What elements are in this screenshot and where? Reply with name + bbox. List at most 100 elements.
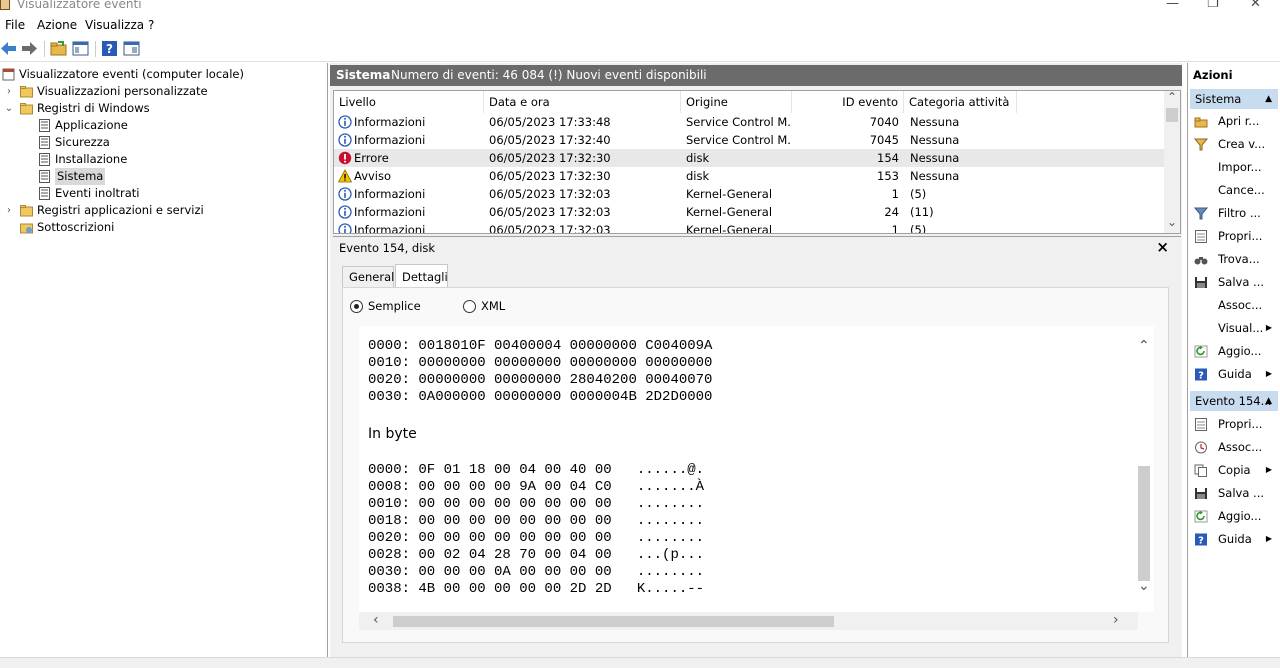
action-item-label: Filtro ... xyxy=(1218,206,1261,220)
horizontal-scrollbar[interactable]: ‹ › xyxy=(359,612,1138,630)
action-item[interactable]: Propri... xyxy=(1190,413,1280,435)
scroll-right-icon[interactable]: › xyxy=(1113,612,1119,628)
tab-generale[interactable]: Generale xyxy=(342,266,401,288)
maximize-button[interactable]: ❐ xyxy=(1207,0,1219,11)
menu-azione[interactable]: Azione xyxy=(37,18,77,32)
byte-line: 0000: 0F 01 18 00 04 00 40 00 ......@. xyxy=(368,462,705,478)
column-header-datetime[interactable]: Data e ora xyxy=(484,91,681,113)
action-item-label: Assoc... xyxy=(1218,440,1263,454)
tree-item[interactable]: Eventi inoltrati xyxy=(0,185,326,202)
action-item[interactable]: Trova... xyxy=(1190,248,1280,270)
log-icon xyxy=(39,136,50,149)
action-item[interactable]: Aggio... xyxy=(1190,340,1280,362)
action-item[interactable]: ? Guida ▶ xyxy=(1190,363,1280,385)
tree-item[interactable]: ⌄ Registri di Windows xyxy=(0,100,326,117)
action-item[interactable]: Assoc... xyxy=(1190,436,1280,458)
forward-arrow-icon[interactable] xyxy=(21,40,38,57)
tree-item[interactable]: Applicazione xyxy=(0,117,326,134)
event-row[interactable]: Informazioni 06/05/2023 17:32:03 Kernel-Ge… xyxy=(334,185,1164,203)
show-hide-tree-icon[interactable] xyxy=(72,40,89,57)
expand-chevron-icon[interactable]: › xyxy=(4,202,14,219)
tree-item[interactable]: Visualizzatore eventi (computer locale) xyxy=(0,66,326,83)
event-row[interactable]: Avviso 06/05/2023 17:32:30 disk 153 Nessuna xyxy=(334,167,1164,185)
minimize-button[interactable]: — xyxy=(1166,0,1179,11)
action-item[interactable]: Cance... xyxy=(1190,179,1280,201)
event-source: Service Control M... xyxy=(686,115,790,129)
log-icon xyxy=(39,153,50,166)
tree-item[interactable]: › Registri applicazioni e servizi xyxy=(0,202,326,219)
help-icon[interactable]: ? xyxy=(101,40,118,57)
event-list-scrollbar[interactable]: ⌃ ⌄ xyxy=(1164,91,1180,233)
close-detail-icon[interactable]: × xyxy=(1156,238,1169,256)
save-icon xyxy=(1195,277,1207,288)
action-item[interactable]: ? Guida ▶ xyxy=(1190,528,1280,550)
scroll-left-icon[interactable]: ‹ xyxy=(373,612,379,628)
actions-section-event[interactable]: Evento 154... ▲ xyxy=(1190,391,1278,411)
scroll-down-icon[interactable]: ⌄ xyxy=(1138,578,1150,594)
scroll-down-icon[interactable]: ⌄ xyxy=(1167,215,1177,229)
menu-file[interactable]: File xyxy=(5,18,25,32)
event-row[interactable]: Errore 06/05/2023 17:32:30 disk 154 Nessuna xyxy=(334,149,1164,167)
scrollbar-thumb[interactable] xyxy=(1166,108,1178,122)
hex-line: 0030: 0A000000 00000000 0000004B 2D2D000… xyxy=(368,389,713,405)
radio-xml[interactable] xyxy=(463,300,476,313)
action-item[interactable]: Salva ... xyxy=(1190,271,1280,293)
event-datetime: 06/05/2023 17:32:03 xyxy=(489,187,611,201)
action-item[interactable]: Crea v... xyxy=(1190,133,1280,155)
event-row[interactable]: Informazioni 06/05/2023 17:32:03 Kernel-Ge… xyxy=(334,221,1164,233)
event-row[interactable]: Informazioni 06/05/2023 17:32:40 Service C… xyxy=(334,131,1164,149)
tab-dettagli[interactable]: Dettagli xyxy=(395,264,448,288)
error-icon xyxy=(338,151,352,165)
menu-help[interactable]: ? xyxy=(148,18,154,32)
action-item-label: Copia xyxy=(1218,463,1251,477)
action-item[interactable]: Aggio... xyxy=(1190,505,1280,527)
menu-visualizza[interactable]: Visualizza xyxy=(85,18,144,32)
scroll-up-icon[interactable]: ⌃ xyxy=(1167,91,1177,104)
column-header-category[interactable]: Categoria attività xyxy=(904,91,1017,113)
status-bar xyxy=(0,657,1280,668)
close-button[interactable]: ✕ xyxy=(1250,0,1261,11)
expand-chevron-icon[interactable]: › xyxy=(4,83,14,100)
section-label: Evento 154... xyxy=(1195,394,1272,408)
action-item[interactable]: Impor... xyxy=(1190,156,1280,178)
collapse-chevron-icon[interactable]: ⌄ xyxy=(4,100,14,117)
tree-item[interactable]: Installazione xyxy=(0,151,326,168)
hex-line: 0020: 00000000 00000000 28040200 0004007… xyxy=(368,372,713,388)
action-item[interactable]: Visual... ▶ xyxy=(1190,317,1280,339)
submenu-arrow-icon: ▶ xyxy=(1265,323,1272,332)
action-item[interactable]: Filtro ... xyxy=(1190,202,1280,224)
column-header-source[interactable]: Origine xyxy=(681,91,792,113)
tree-item[interactable]: Sicurezza xyxy=(0,134,326,151)
scrollbar-thumb[interactable] xyxy=(1138,466,1150,581)
toolbar-separator xyxy=(95,41,96,57)
event-id: 24 xyxy=(884,205,899,219)
back-arrow-icon[interactable] xyxy=(0,40,17,57)
scrollbar-thumb[interactable] xyxy=(393,616,834,627)
radio-xml-label[interactable]: XML xyxy=(481,299,505,313)
action-item[interactable]: Copia ▶ xyxy=(1190,459,1280,481)
action-item-label: Salva ... xyxy=(1218,486,1265,500)
radio-simple[interactable] xyxy=(350,300,363,313)
hex-scrollbar[interactable]: ⌃ ⌄ xyxy=(1134,326,1154,602)
tree-item[interactable]: Sottoscrizioni xyxy=(0,219,326,236)
event-datetime: 06/05/2023 17:32:03 xyxy=(489,205,611,219)
action-item[interactable]: Apri r... xyxy=(1190,110,1280,132)
action-item[interactable]: Assoc... xyxy=(1190,294,1280,316)
tree-item-label: Registri applicazioni e servizi xyxy=(37,203,204,217)
tree-item[interactable]: › Visualizzazioni personalizzate xyxy=(0,83,326,100)
actions-section-system[interactable]: Sistema ▲ xyxy=(1190,89,1278,109)
event-level: Avviso xyxy=(354,169,392,183)
tree-item[interactable]: Sistema xyxy=(0,168,326,185)
show-action-pane-icon[interactable] xyxy=(123,40,140,57)
radio-simple-label[interactable]: Semplice xyxy=(368,299,421,313)
action-item[interactable]: Salva ... xyxy=(1190,482,1280,504)
event-row[interactable]: Informazioni 06/05/2023 17:32:03 Kernel-Ge… xyxy=(334,203,1164,221)
action-item[interactable]: Propri... xyxy=(1190,225,1280,247)
toolbar: ? xyxy=(0,36,1280,62)
open-folder-icon[interactable] xyxy=(50,40,67,57)
byte-line: 0010: 00 00 00 00 00 00 00 00 ........ xyxy=(368,496,705,512)
column-header-level[interactable]: Livello xyxy=(334,91,484,113)
scroll-up-icon[interactable]: ⌃ xyxy=(1138,338,1150,354)
column-header-event-id[interactable]: ID evento xyxy=(792,91,904,113)
event-row[interactable]: Informazioni 06/05/2023 17:33:48 Service C… xyxy=(334,113,1164,131)
